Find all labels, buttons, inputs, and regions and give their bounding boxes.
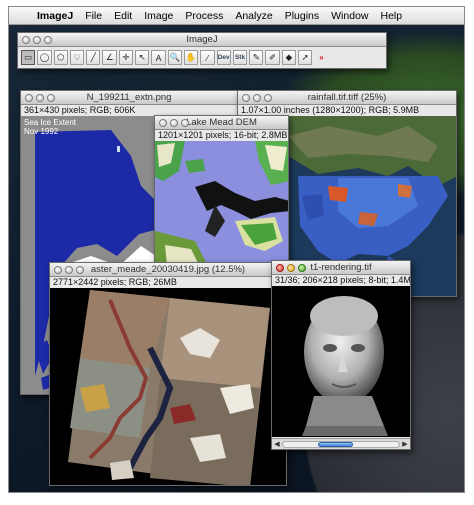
lake-mead-info: 1201×1201 pixels; 16-bit; 2.8MB	[155, 130, 288, 141]
lake-mead-dem-image[interactable]	[155, 141, 288, 266]
rectangle-tool-icon[interactable]: ▭	[21, 50, 36, 65]
t1-head-rendering-image[interactable]	[272, 286, 410, 437]
brush-tool-icon[interactable]: ✐	[265, 50, 280, 65]
toolbar-titlebar[interactable]: ImageJ	[18, 33, 386, 47]
aster-window: aster_meade_20030419.jpg (12.5%) 2771×24…	[49, 262, 287, 486]
lake-mead-title: Lake Mead DEM	[186, 117, 257, 128]
desktop-screen: ImageJ File Edit Image Process Analyze P…	[8, 6, 465, 493]
menu-help[interactable]: Help	[375, 10, 409, 22]
wand-tool-icon[interactable]: ↖	[135, 50, 150, 65]
lake-mead-titlebar[interactable]: Lake Mead DEM	[155, 116, 288, 130]
aster-titlebar[interactable]: aster_meade_20030419.jpg (12.5%)	[50, 263, 286, 277]
rainfall-titlebar[interactable]: rainfall.tif.tiff (25%)	[238, 91, 456, 105]
t1-rendering-window: t1-rendering.tif 31/36; 206×218 pixels; …	[271, 260, 411, 450]
menu-process[interactable]: Process	[179, 10, 229, 22]
toolbar-window-title: ImageJ	[186, 34, 218, 45]
menu-analyze[interactable]: Analyze	[229, 10, 278, 22]
zoom-button[interactable]	[44, 36, 52, 44]
scroll-thumb[interactable]	[317, 441, 353, 447]
t1-info: 31/36; 206×218 pixels; 8-bit; 1.4MB	[272, 275, 410, 286]
menu-edit[interactable]: Edit	[108, 10, 138, 22]
aster-title: aster_meade_20030419.jpg (12.5%)	[90, 264, 246, 275]
menu-window[interactable]: Window	[325, 10, 374, 22]
more-tools-icon[interactable]: »	[314, 50, 328, 65]
menu-plugins[interactable]: Plugins	[279, 10, 325, 22]
tool-buttons: ▭ ◯ ⬠ ♡ ╱ ∠ ✛ ↖ A 🔍 ✋ ⁄ Dev Stk ✎ ✐ ◆ ➚»	[18, 47, 386, 68]
polygon-tool-icon[interactable]: ⬠	[53, 50, 68, 65]
freehand-tool-icon[interactable]: ♡	[69, 50, 85, 65]
stack-tools-icon[interactable]: Stk	[232, 50, 248, 65]
sea-ice-title: N_199211_extn.png	[86, 92, 172, 103]
hand-tool-icon[interactable]: ✋	[183, 50, 199, 65]
pencil-tool-icon[interactable]: ✎	[249, 50, 264, 65]
sea-ice-caption-2: Nov 1992	[24, 127, 59, 136]
imagej-toolbar-window: ImageJ ▭ ◯ ⬠ ♡ ╱ ∠ ✛ ↖ A 🔍 ✋ ⁄ Dev Stk ✎ ✐ ◆ ➚»	[17, 32, 387, 69]
menu-bar: ImageJ File Edit Image Process Analyze P…	[9, 7, 464, 25]
aster-info: 2771×2442 pixels; RGB; 26MB	[50, 277, 286, 288]
minimize-button[interactable]	[33, 36, 41, 44]
t1-title: t1-rendering.tif	[310, 262, 372, 273]
scroll-right-icon[interactable]: ▶	[400, 440, 410, 448]
minimize-button[interactable]	[287, 264, 295, 272]
arrow-tool-icon[interactable]: ➚	[298, 50, 313, 65]
close-button[interactable]	[276, 264, 284, 272]
developer-menu-icon[interactable]: Dev	[216, 50, 231, 65]
menu-image[interactable]: Image	[138, 10, 179, 22]
scroll-left-icon[interactable]: ◀	[272, 440, 282, 448]
oval-tool-icon[interactable]: ◯	[37, 50, 52, 65]
text-tool-icon[interactable]: A	[151, 50, 166, 65]
straight-line-tool-icon[interactable]: ╱	[86, 50, 101, 65]
close-button[interactable]	[22, 36, 30, 44]
menu-imagej[interactable]: ImageJ	[31, 10, 79, 22]
magnifier-tool-icon[interactable]: 🔍	[167, 50, 182, 65]
t1-titlebar[interactable]: t1-rendering.tif	[272, 261, 410, 275]
rainfall-title: rainfall.tif.tiff (25%)	[307, 92, 387, 103]
menu-file[interactable]: File	[79, 10, 108, 22]
zoom-button[interactable]	[298, 264, 306, 272]
aster-satellite-image[interactable]	[50, 288, 286, 485]
color-picker-icon[interactable]: ⁄	[200, 50, 215, 65]
t1-stack-scrollbar[interactable]: ◀ ▶	[272, 438, 410, 449]
flood-fill-icon[interactable]: ◆	[281, 50, 297, 65]
scroll-track[interactable]	[282, 440, 400, 448]
point-tool-icon[interactable]: ✛	[118, 50, 134, 65]
sea-ice-titlebar[interactable]: N_199211_extn.png	[21, 91, 237, 105]
lake-mead-window: Lake Mead DEM 1201×1201 pixels; 16-bit; …	[154, 115, 289, 267]
sea-ice-caption-1: Sea Ice Extent	[24, 118, 77, 127]
angle-tool-icon[interactable]: ∠	[102, 50, 117, 65]
